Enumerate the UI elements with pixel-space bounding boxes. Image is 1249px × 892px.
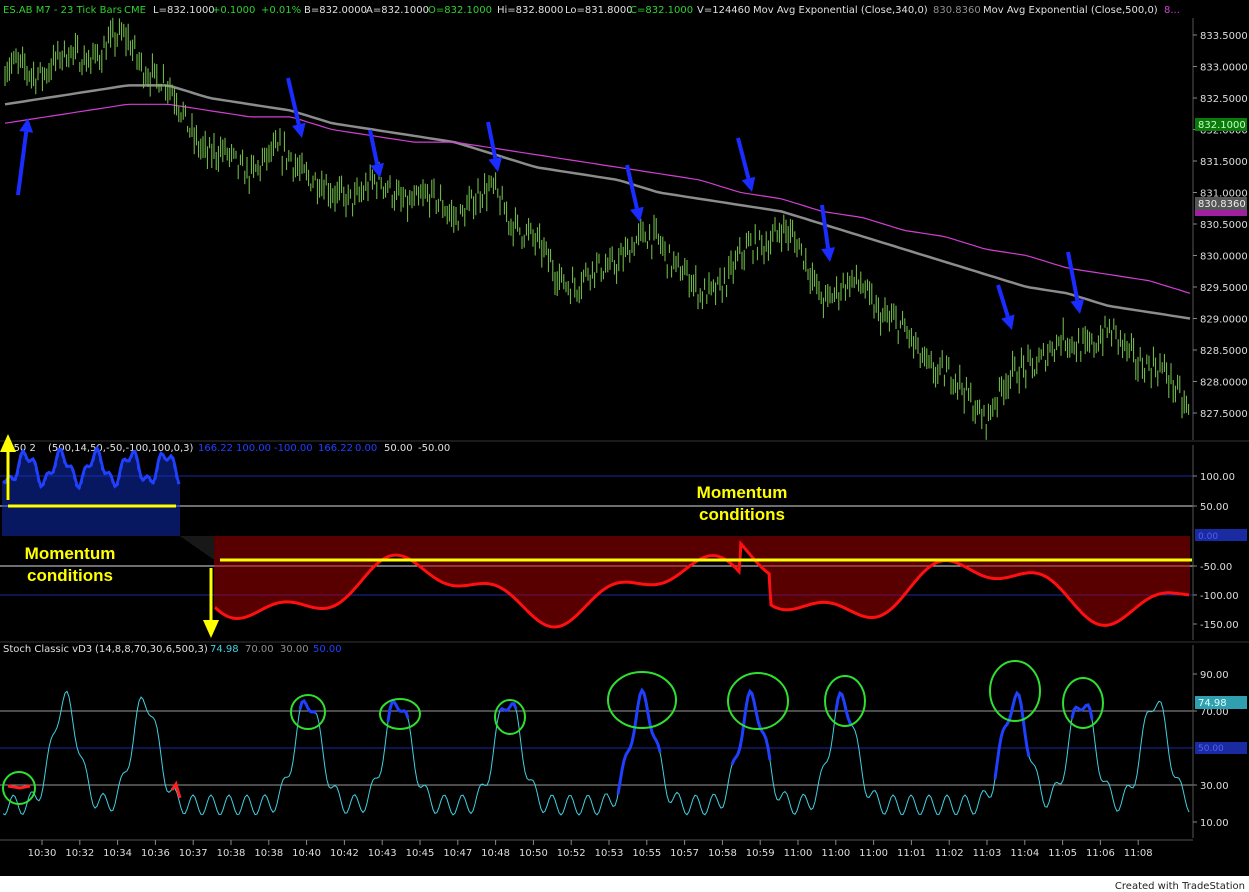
momentum-annotation-top-1: Momentum (697, 483, 788, 502)
ind1-v5: 0.00 (355, 443, 377, 454)
time-tick-label: 11:08 (1124, 848, 1153, 859)
ma1-value: 830.8360 (933, 5, 981, 16)
low-value: Lo=831.8000 (565, 5, 633, 16)
ind1-tick-label: 100.00 (1200, 472, 1235, 483)
momentum-annotation-left-1: Momentum (25, 544, 116, 563)
ind1-v6: 50.00 (384, 443, 413, 454)
ind1-tick-label: -150.00 (1200, 620, 1239, 631)
time-tick-label: 11:04 (1010, 848, 1039, 859)
volume-value: V=124460 (697, 5, 750, 16)
ind1-v1: 166.22 (198, 443, 233, 454)
stoch-badge2-text: 50.00 (1198, 744, 1224, 754)
price-tick-label: 833.5000 (1200, 31, 1248, 42)
stoch-v3: 30.00 (280, 644, 309, 655)
time-tick-label: 11:05 (1048, 848, 1077, 859)
ind1-v7: -50.00 (418, 443, 450, 454)
ma-value-badge-text: 830.8360 (1198, 199, 1246, 210)
time-tick-label: 10:32 (65, 848, 94, 859)
stoch-params: (14,8,8,70,30,6,500,3) (95, 644, 208, 655)
time-tick-label: 10:52 (557, 848, 586, 859)
price-tick-label: 827.5000 (1200, 409, 1248, 420)
time-tick-label: 10:55 (632, 848, 661, 859)
time-tick-label: 11:00 (821, 848, 850, 859)
price-tick-label: 829.0000 (1200, 315, 1248, 326)
time-tick-label: 10:40 (292, 848, 321, 859)
footer-credit: Created with TradeStation (1115, 881, 1245, 892)
time-tick-label: 11:00 (859, 848, 888, 859)
time-tick-label: 10:47 (443, 848, 472, 859)
price-tick-label: 828.0000 (1200, 378, 1248, 389)
time-tick-label: 11:01 (897, 848, 926, 859)
momentum-annotation-left-2: conditions (27, 566, 113, 585)
trading-chart[interactable]: ES.AB M7 - 23 Tick Bars CME L=832.1000 +… (0, 0, 1249, 892)
exchange-label: CME (124, 5, 146, 16)
stoch-tick-label: 30.00 (1200, 781, 1229, 792)
time-tick-label: 10:58 (708, 848, 737, 859)
stoch-tick-label: 10.00 (1200, 818, 1229, 829)
close-value: C=832.1000 (630, 5, 693, 16)
ind1-tick-label: 50.00 (1200, 502, 1229, 513)
momentum-annotation-top-2: conditions (699, 505, 785, 524)
price-tick-label: 833.0000 (1200, 63, 1248, 74)
price-tick-label: 830.5000 (1200, 220, 1248, 231)
bid-value: B=832.0000 (304, 5, 367, 16)
stoch-v1: 74.98 (210, 644, 239, 655)
ind1-v4: 166.22 (318, 443, 353, 454)
ma1-label: Mov Avg Exponential (Close,340,0) (753, 5, 928, 16)
change-value: +0.1000 (212, 5, 255, 16)
chart-header: ES.AB M7 - 23 Tick Bars CME L=832.1000 +… (3, 5, 1180, 16)
ma2-value: 8... (1164, 5, 1180, 16)
ind1-tick-label: -50.00 (1200, 562, 1232, 573)
price-tick-label: 829.5000 (1200, 283, 1248, 294)
price-tick-label: 828.5000 (1200, 346, 1248, 357)
change-pct: +0.01% (261, 5, 301, 16)
open-value: O=832.1000 (428, 5, 492, 16)
ma2-value-badge (1195, 210, 1247, 216)
time-tick-label: 10:38 (217, 848, 246, 859)
stoch-v2: 70.00 (245, 644, 274, 655)
time-tick-label: 11:06 (1086, 848, 1115, 859)
time-tick-label: 10:34 (103, 848, 132, 859)
time-tick-label: 10:38 (254, 848, 283, 859)
ind1-header: L50 2 (500,14,50,-50,-100,100,0,3) 166.2… (8, 443, 450, 454)
time-tick-label: 11:02 (935, 848, 964, 859)
time-tick-label: 10:30 (28, 848, 57, 859)
time-tick-label: 10:45 (406, 848, 435, 859)
time-tick-label: 10:59 (746, 848, 775, 859)
symbol-label: ES.AB M7 - 23 Tick Bars (3, 5, 122, 16)
time-tick-label: 11:03 (973, 848, 1002, 859)
ind1-badge-text: 0.00 (1198, 532, 1218, 542)
time-tick-label: 10:50 (519, 848, 548, 859)
price-tick-label: 830.0000 (1200, 252, 1248, 263)
ind1-params: (500,14,50,-50,-100,100,0,3) (48, 443, 194, 454)
stoch-badge-text: 74.98 (1198, 698, 1227, 709)
last-price: L=832.1000 (153, 5, 215, 16)
ma2-label: Mov Avg Exponential (Close,500,0) (983, 5, 1158, 16)
price-tick-label: 832.5000 (1200, 94, 1248, 105)
ind1-v3: -100.00 (274, 443, 313, 454)
last-price-badge-text: 832.1000 (1198, 120, 1246, 131)
stoch-header: Stoch Classic vD3 (14,8,8,70,30,6,500,3)… (3, 644, 342, 655)
high-value: Hi=832.8000 (497, 5, 563, 16)
price-tick-label: 831.5000 (1200, 157, 1248, 168)
time-tick-label: 10:57 (670, 848, 699, 859)
stoch-tick-label: 90.00 (1200, 670, 1229, 681)
time-tick-label: 10:36 (141, 848, 170, 859)
time-tick-label: 11:00 (784, 848, 813, 859)
ind1-v2: 100.00 (236, 443, 271, 454)
time-tick-label: 10:53 (595, 848, 624, 859)
stoch-title: Stoch Classic vD3 (3, 644, 92, 655)
time-tick-label: 10:48 (481, 848, 510, 859)
time-tick-label: 10:43 (368, 848, 397, 859)
time-tick-label: 10:37 (179, 848, 208, 859)
ind1-tick-label: -100.00 (1200, 591, 1239, 602)
time-tick-label: 10:42 (330, 848, 359, 859)
stoch-v4: 50.00 (313, 644, 342, 655)
ask-value: A=832.1000 (366, 5, 429, 16)
